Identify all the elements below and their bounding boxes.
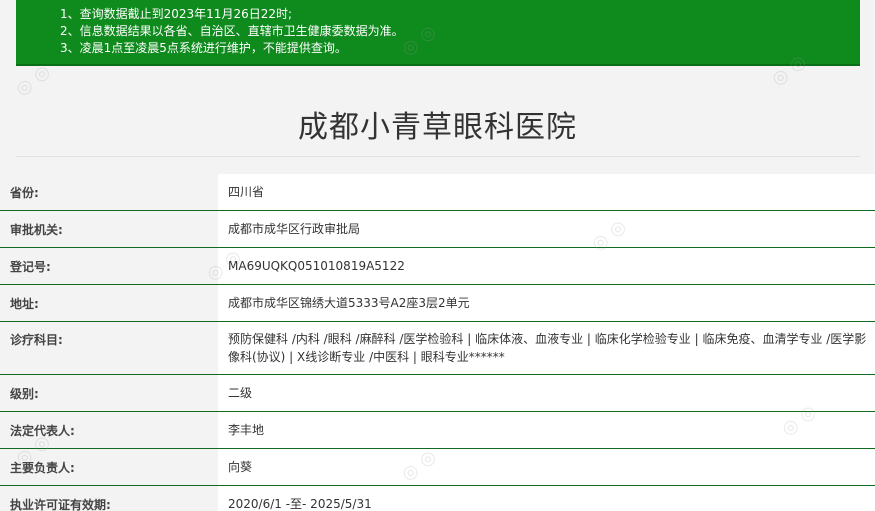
table-row-registration-number: 登记号: MA69UQKQ051010819A5122 [0,248,875,285]
table-row-departments: 诊疗科目: 预防保健科 /内科 /眼科 /麻醉科 /医学检验科 | 临床体液、血… [0,322,875,375]
address-label: 地址: [10,296,39,311]
province-value: 四川省 [218,174,875,210]
table-row-level: 级别: 二级 [0,375,875,412]
hospital-info-table: 省份: 四川省 审批机关: 成都市成华区行政审批局 登记号: MA69UQKQ0… [0,174,875,511]
notice-line-2: 2、信息数据结果以各省、自治区、直辖市卫生健康委数据为准。 [60,24,404,38]
legal-representative-value: 李丰地 [218,412,875,448]
level-value: 二级 [218,375,875,411]
address-value: 成都市成华区锦绣大道5333号A2座3层2单元 [218,285,875,321]
license-validity-label: 执业许可证有效期: [10,497,111,511]
table-row-license-validity: 执业许可证有效期: 2020/6/1 -至- 2025/5/31 [0,486,875,511]
table-row-principal: 主要负责人: 向葵 [0,449,875,486]
table-row-approval-authority: 审批机关: 成都市成华区行政审批局 [0,211,875,248]
approval-authority-label: 审批机关: [10,222,63,237]
principal-value: 向葵 [218,449,875,485]
departments-value: 预防保健科 /内科 /眼科 /麻醉科 /医学检验科 | 临床体液、血液专业 | … [218,322,875,374]
legal-representative-label: 法定代表人: [10,423,75,438]
page-title: 成都小青草眼科医院 [298,110,577,145]
table-row-province: 省份: 四川省 [0,174,875,211]
province-label: 省份: [10,185,39,200]
notice-banner: 1、查询数据截止到2023年11月26日22时; 2、信息数据结果以各省、自治区… [16,0,860,66]
notice-line-3: 3、凌晨1点至凌晨5点系统进行维护，不能提供查询。 [60,41,347,55]
license-validity-value: 2020/6/1 -至- 2025/5/31 [218,486,875,511]
table-row-legal-representative: 法定代表人: 李丰地 [0,412,875,449]
title-divider [16,156,860,157]
departments-label: 诊疗科目: [10,333,63,347]
approval-authority-value: 成都市成华区行政审批局 [218,211,875,247]
registration-number-label: 登记号: [10,259,51,274]
registration-number-value: MA69UQKQ051010819A5122 [218,248,875,284]
table-row-address: 地址: 成都市成华区锦绣大道5333号A2座3层2单元 [0,285,875,322]
level-label: 级别: [10,386,39,401]
notice-line-1: 1、查询数据截止到2023年11月26日22时; [60,7,293,21]
watermark-logo: ◎ ◎ [11,60,55,101]
principal-label: 主要负责人: [10,460,75,475]
